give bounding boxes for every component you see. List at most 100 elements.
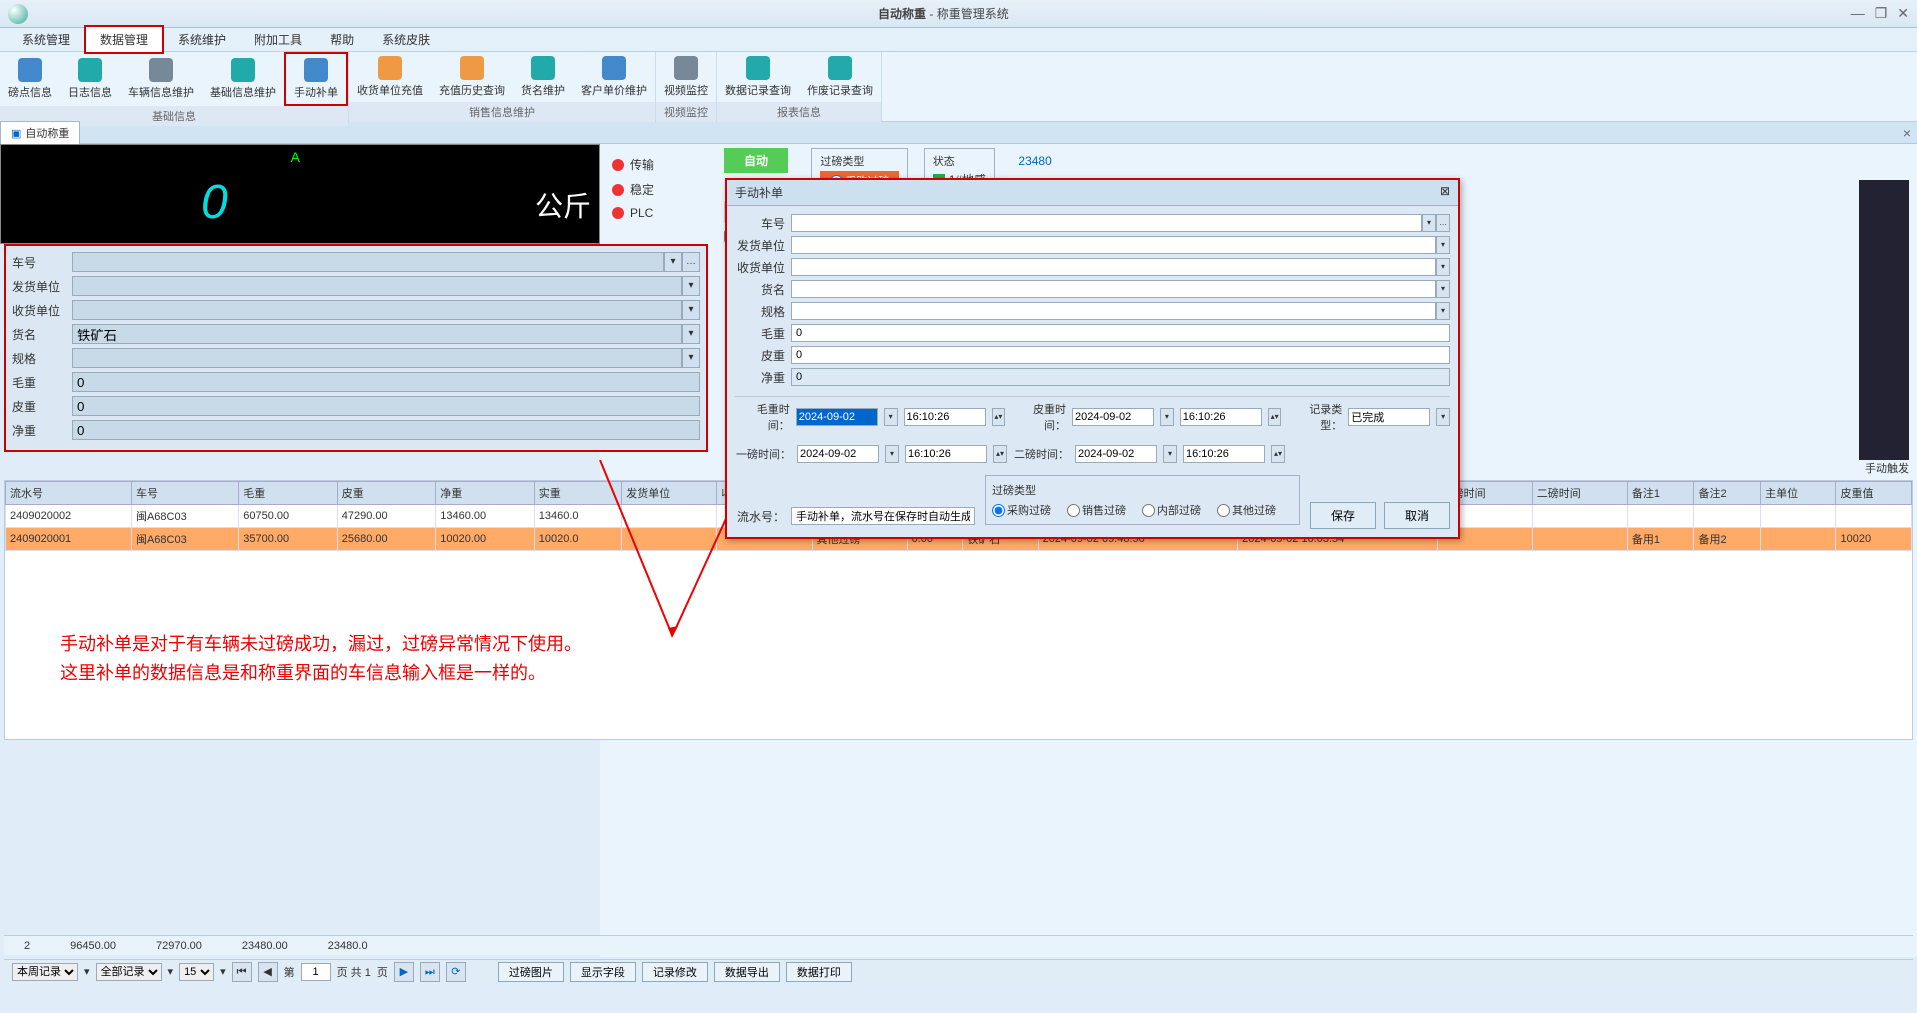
rad-sale[interactable]: 销售过磅 (1067, 502, 1126, 518)
rt-dd-icon[interactable]: ▾ (1436, 408, 1450, 426)
menu-help[interactable]: 帮助 (316, 27, 368, 52)
sender-dd-icon[interactable]: ▾ (682, 276, 700, 296)
inp-tare[interactable] (72, 396, 700, 416)
dinp-goods[interactable] (791, 280, 1436, 298)
rbtn-pound-info[interactable]: 磅点信息 (0, 52, 60, 106)
ds-dd-icon[interactable]: ▾ (1436, 236, 1450, 254)
cancel-button[interactable]: 取消 (1384, 502, 1450, 529)
inp-second-time[interactable] (1183, 445, 1265, 463)
inp-gross[interactable] (72, 372, 700, 392)
dr-dd-icon[interactable]: ▾ (1436, 258, 1450, 276)
automode-badge: 自动 (724, 148, 788, 173)
menu-system[interactable]: 系统管理 (8, 27, 84, 52)
nav-refresh-icon[interactable]: ⟳ (446, 962, 466, 982)
ft-sp-icon[interactable]: ▴▾ (993, 445, 1007, 463)
inp-second-date[interactable] (1075, 445, 1157, 463)
menu-maintain[interactable]: 系统维护 (164, 27, 240, 52)
rad-other[interactable]: 其他过磅 (1217, 502, 1276, 518)
inp-tare-date[interactable] (1072, 408, 1154, 426)
rbtn-goods-maint[interactable]: 货名维护 (513, 52, 573, 102)
tab-close-icon[interactable]: × (1897, 125, 1917, 141)
side-trigger-label: 手动触发 (1865, 460, 1909, 476)
inp-sender[interactable] (72, 276, 682, 296)
inp-first-date[interactable] (797, 445, 879, 463)
inp-spec[interactable] (72, 348, 682, 368)
lbl-wtype: 过磅类型 (992, 482, 1293, 498)
inp-tare-time[interactable] (1180, 408, 1262, 426)
menu-skin[interactable]: 系统皮肤 (368, 27, 444, 52)
rad-internal[interactable]: 内部过磅 (1142, 502, 1201, 518)
inp-net[interactable] (72, 420, 700, 440)
maximize-icon[interactable]: ❐ (1875, 5, 1888, 22)
sel-week[interactable]: 本周记录 (12, 963, 78, 981)
nav-prev-icon[interactable]: ◀ (258, 962, 278, 982)
nav-first-icon[interactable]: ⏮ (232, 962, 252, 982)
receiver-dd-icon[interactable]: ▾ (682, 300, 700, 320)
rbtn-base-maint[interactable]: 基础信息维护 (202, 52, 284, 106)
fd-dd-icon[interactable]: ▾ (885, 445, 899, 463)
rbtn-video[interactable]: 视频监控 (656, 52, 716, 102)
dinp-receiver[interactable] (791, 258, 1436, 276)
tt-sp-icon[interactable]: ▴▾ (1268, 408, 1282, 426)
rbtn-void-query[interactable]: 作废记录查询 (799, 52, 881, 102)
goods-dd-icon[interactable]: ▾ (682, 324, 700, 344)
vehicle-more-icon[interactable]: … (682, 252, 700, 272)
dinp-net (791, 368, 1450, 386)
camera-preview (1859, 180, 1909, 460)
app-logo-icon (8, 4, 28, 24)
goods-icon (531, 56, 555, 80)
btn-print[interactable]: 数据打印 (786, 962, 852, 982)
rbtn-data-query[interactable]: 数据记录查询 (717, 52, 799, 102)
inp-vehicle[interactable] (72, 252, 664, 272)
sd-dd-icon[interactable]: ▾ (1163, 445, 1177, 463)
dinp-sender[interactable] (791, 236, 1436, 254)
rad-purchase[interactable]: 采购过磅 (992, 502, 1051, 518)
inp-first-time[interactable] (905, 445, 987, 463)
dialog-close-icon[interactable]: ⊠ (1440, 184, 1450, 201)
btn-weigh-img[interactable]: 过磅图片 (498, 962, 564, 982)
btn-edit-rec[interactable]: 记录修改 (642, 962, 708, 982)
dg-dd-icon[interactable]: ▾ (1436, 280, 1450, 298)
vehicle-dd-icon[interactable]: ▾ (664, 252, 682, 272)
rbtn-log-info[interactable]: 日志信息 (60, 52, 120, 106)
menu-tools[interactable]: 附加工具 (240, 27, 316, 52)
gd-dd-icon[interactable]: ▾ (884, 408, 898, 426)
rbtn-price-maint[interactable]: 客户单价维护 (573, 52, 655, 102)
db-icon (231, 58, 255, 82)
rbtn-recharge[interactable]: 收货单位充值 (349, 52, 431, 102)
dlbl-vehicle: 车号 (735, 215, 791, 232)
dinp-spec[interactable] (791, 302, 1436, 320)
st-sp-icon[interactable]: ▴▾ (1271, 445, 1285, 463)
menu-data[interactable]: 数据管理 (84, 25, 164, 54)
nav-last-icon[interactable]: ⏭ (420, 962, 440, 982)
sel-size[interactable]: 15 (179, 963, 214, 981)
dlbl-tare: 皮重 (735, 347, 791, 364)
gt-sp-icon[interactable]: ▴▾ (992, 408, 1006, 426)
tab-autoweigh[interactable]: ▣自动称重 (0, 121, 80, 144)
dsp-dd-icon[interactable]: ▾ (1436, 302, 1450, 320)
dinp-tare[interactable] (791, 346, 1450, 364)
rbtn-recharge-hist[interactable]: 充值历史查询 (431, 52, 513, 102)
inp-gross-date[interactable] (796, 408, 878, 426)
dv-dd-icon[interactable]: ▾ (1422, 214, 1436, 232)
sel-all[interactable]: 全部记录 (96, 963, 162, 981)
btn-show-fields[interactable]: 显示字段 (570, 962, 636, 982)
dv-more-icon[interactable]: … (1436, 214, 1450, 232)
td-dd-icon[interactable]: ▾ (1160, 408, 1174, 426)
dinp-vehicle[interactable] (791, 214, 1422, 232)
close-icon[interactable]: ✕ (1897, 5, 1909, 22)
nav-next-icon[interactable]: ▶ (394, 962, 414, 982)
inp-goods[interactable] (72, 324, 682, 344)
dinp-gross[interactable] (791, 324, 1450, 342)
inp-rec-type[interactable] (1348, 408, 1430, 426)
scale-icon (18, 58, 42, 82)
inp-page[interactable] (301, 963, 331, 981)
rbtn-vehicle-maint[interactable]: 车辆信息维护 (120, 52, 202, 106)
inp-receiver[interactable] (72, 300, 682, 320)
spec-dd-icon[interactable]: ▾ (682, 348, 700, 368)
save-button[interactable]: 保存 (1310, 502, 1376, 529)
minimize-icon[interactable]: — (1851, 5, 1865, 22)
rbtn-manual-ticket[interactable]: 手动补单 (284, 52, 348, 106)
inp-gross-time[interactable] (904, 408, 986, 426)
btn-export[interactable]: 数据导出 (714, 962, 780, 982)
